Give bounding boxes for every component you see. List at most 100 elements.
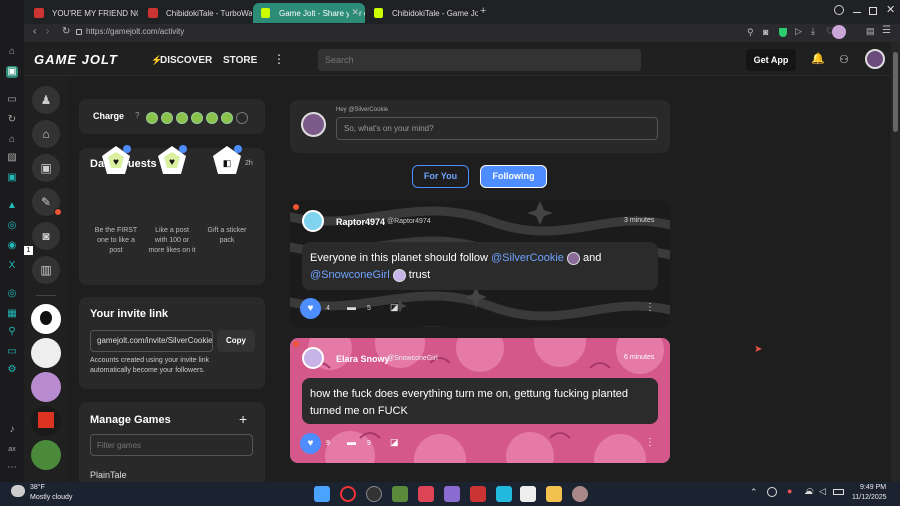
browser-tab-2[interactable]: ChibidokiTale - TurboWarp bbox=[140, 3, 252, 23]
user-avatar[interactable] bbox=[865, 49, 885, 69]
tiktok-icon[interactable]: ♪ bbox=[6, 424, 18, 436]
post-1-more-icon[interactable]: ⋮ bbox=[645, 302, 655, 313]
sticker-icon[interactable]: ◪ bbox=[390, 437, 399, 448]
url-field[interactable]: https://gamejolt.com/activity bbox=[86, 27, 184, 36]
clock-time[interactable]: 9:49 PM bbox=[860, 484, 886, 491]
post-1-author-avatar[interactable] bbox=[302, 210, 324, 232]
app-taskbar-icon-2[interactable] bbox=[366, 486, 382, 502]
download-icon[interactable]: ⤓ bbox=[811, 26, 815, 37]
wifi-icon[interactable]: ◠ bbox=[806, 486, 814, 497]
rail-profile-icon[interactable]: ♟ bbox=[32, 86, 60, 114]
camera-icon[interactable]: ◙ bbox=[763, 27, 768, 37]
like-button-icon[interactable]: ♥ bbox=[300, 433, 321, 454]
community-avatar-3[interactable] bbox=[31, 372, 61, 402]
tab-for-you[interactable]: For You bbox=[412, 165, 469, 188]
rail-shop-icon[interactable]: ⌂ bbox=[32, 120, 60, 148]
workspace-icon[interactable]: ▣ bbox=[6, 66, 18, 78]
sticker-icon[interactable]: ◪ bbox=[390, 302, 399, 313]
search-input[interactable] bbox=[318, 49, 641, 71]
tray-app-icon[interactable] bbox=[767, 487, 777, 497]
filter-games-input[interactable] bbox=[90, 434, 253, 456]
windows-start-icon[interactable] bbox=[314, 486, 330, 502]
post-card-1[interactable]: Raptor4974 @Raptor4974 3 minutes Everyon… bbox=[290, 201, 670, 327]
post-card-2[interactable]: Elara Snowy @SnowconeGirl 6 minutes how … bbox=[290, 338, 670, 463]
like-button-icon[interactable]: ♥ bbox=[300, 298, 321, 319]
community-avatar-1[interactable] bbox=[31, 304, 61, 334]
post-2-time[interactable]: 6 minutes bbox=[624, 354, 654, 361]
gaming-icon[interactable]: ▭ bbox=[6, 94, 18, 106]
pinboard-icon[interactable]: ⌂ bbox=[6, 134, 18, 146]
close-tab-icon[interactable]: ✕ bbox=[349, 7, 359, 18]
forward-icon[interactable]: › bbox=[46, 26, 49, 37]
post-2-more-icon[interactable]: ⋮ bbox=[645, 437, 655, 448]
settings-icon[interactable]: ⚙ bbox=[6, 364, 18, 376]
volume-icon[interactable]: ◁ bbox=[819, 486, 826, 497]
maximize-icon[interactable] bbox=[869, 7, 877, 15]
friends-icon[interactable]: ⚇ bbox=[839, 53, 849, 66]
app-taskbar-icon-5[interactable] bbox=[444, 486, 460, 502]
minimize-icon[interactable] bbox=[853, 12, 861, 13]
browser-tab-4[interactable]: ChibidokiTale - Game Jolt bbox=[366, 3, 478, 23]
community-avatar-2[interactable] bbox=[31, 338, 61, 368]
back-icon[interactable]: ‹ bbox=[33, 26, 36, 37]
comment-icon[interactable]: ▬ bbox=[347, 302, 356, 312]
instagram-icon[interactable]: ◎ bbox=[6, 288, 18, 300]
charge-info-icon[interactable]: ? bbox=[135, 111, 139, 120]
rail-backpack-icon[interactable]: ▣ bbox=[32, 154, 60, 182]
nav-store[interactable]: STORE bbox=[223, 55, 257, 66]
community-avatar-4[interactable] bbox=[31, 406, 61, 436]
rail-chat-icon[interactable]: ◙ bbox=[32, 222, 60, 250]
notifications-bell-icon[interactable]: 🔔 bbox=[811, 52, 825, 65]
nav-discover[interactable]: DISCOVER bbox=[160, 55, 212, 66]
quest-badge-icon-2[interactable]: ♥ bbox=[156, 144, 188, 176]
menu-icon[interactable]: ☰ bbox=[882, 25, 891, 36]
extensions-icon[interactable]: ▤ bbox=[866, 26, 875, 37]
gamejolt-logo[interactable]: GAME JOLT bbox=[34, 52, 118, 67]
opera-taskbar-icon[interactable] bbox=[340, 486, 356, 502]
new-tab-icon[interactable]: + bbox=[480, 6, 486, 17]
more-menu-icon[interactable]: ⋮ bbox=[273, 52, 285, 66]
clock-date[interactable]: 11/12/2025 bbox=[852, 494, 887, 501]
profile-avatar[interactable] bbox=[832, 25, 846, 39]
battery-icon[interactable]: ▭ bbox=[6, 346, 18, 358]
weather-icon[interactable] bbox=[11, 485, 25, 497]
community-avatar-5[interactable] bbox=[31, 440, 61, 470]
discord-icon[interactable]: ◎ bbox=[6, 220, 18, 232]
battery-tray-icon[interactable] bbox=[833, 489, 844, 495]
apps-icon[interactable]: ▦ bbox=[6, 308, 18, 320]
reload-icon[interactable]: ↻ bbox=[62, 26, 70, 37]
close-window-icon[interactable]: ✕ bbox=[886, 3, 895, 16]
app-taskbar-icon-10[interactable] bbox=[572, 486, 588, 502]
mention-snowconegirl[interactable]: @SnowconeGirl bbox=[310, 269, 390, 281]
post-2-author-name[interactable]: Elara Snowy bbox=[336, 354, 390, 364]
pin-icon[interactable]: ⚲ bbox=[747, 27, 754, 38]
composer-input[interactable]: So, what's on your mind? bbox=[336, 117, 658, 140]
rail-library-icon[interactable]: ▥ bbox=[32, 256, 60, 284]
get-app-button[interactable]: Get App bbox=[746, 49, 796, 71]
post-1-time[interactable]: 3 minutes bbox=[624, 217, 654, 224]
microphone-icon[interactable]: ● bbox=[787, 486, 792, 496]
tray-chevron-icon[interactable]: ⌃ bbox=[750, 487, 758, 498]
aria-icon[interactable]: ▲ bbox=[6, 200, 18, 212]
vpn-shield-icon[interactable] bbox=[779, 28, 787, 37]
browser-tab-1[interactable]: YOU'RE MY FRIEND NOW bbox=[26, 3, 138, 23]
ax-icon[interactable]: ax bbox=[6, 444, 18, 456]
whatsapp-icon[interactable]: ◉ bbox=[6, 240, 18, 252]
tab-following[interactable]: Following bbox=[480, 165, 547, 188]
screenshot-icon[interactable]: ▨ bbox=[6, 152, 18, 164]
game-item-plaintale[interactable]: PlainTale bbox=[90, 470, 127, 480]
browser-tab-3[interactable]: Game Jolt - Share your creations ✕ bbox=[253, 3, 365, 23]
home-icon[interactable]: ⌂ bbox=[6, 46, 18, 58]
copy-button[interactable]: Copy bbox=[217, 330, 255, 352]
quest-badge-icon-3[interactable]: ◧ bbox=[211, 144, 243, 176]
player-icon[interactable]: ▷ bbox=[795, 26, 802, 37]
app-taskbar-icon-7[interactable] bbox=[496, 486, 512, 502]
page-scrollbar[interactable] bbox=[891, 42, 900, 482]
history-icon[interactable]: ↻ bbox=[6, 114, 18, 126]
comment-icon[interactable]: ▬ bbox=[347, 437, 356, 447]
post-1-author-handle[interactable]: @Raptor4974 bbox=[387, 218, 431, 225]
post-1-author-name[interactable]: Raptor4974 bbox=[336, 217, 385, 227]
bookmark-icon[interactable]: ⚲ bbox=[6, 326, 18, 338]
roblox-taskbar-icon[interactable] bbox=[470, 486, 486, 502]
x-icon[interactable]: X bbox=[6, 260, 18, 272]
